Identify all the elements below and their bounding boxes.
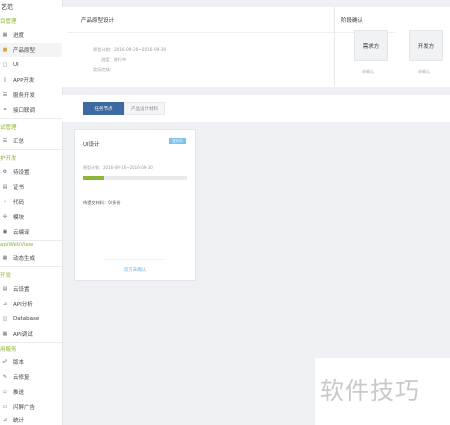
sidebar-item-api-debug[interactable]: ▦ API调试 — [0, 327, 62, 341]
divider — [0, 118, 62, 119]
tab-task-nodes[interactable]: 任务节点 — [83, 102, 124, 115]
certificate-icon: ▤ — [2, 184, 8, 190]
watermark: 软件技巧 — [320, 377, 420, 405]
sidebar-item-splash-ad[interactable]: ▭ 闪屏广告 — [0, 400, 62, 414]
requester-status: 未确认 — [362, 69, 374, 74]
progress-status: 进度：进行中 — [101, 57, 127, 62]
requester-confirm-button[interactable]: 需求方 — [354, 30, 388, 61]
stage-title: 阶段确认 — [341, 18, 364, 24]
sidebar-item-api-joint[interactable]: ⚭ 接口联调 — [0, 103, 62, 117]
divider — [67, 32, 395, 33]
divider — [0, 342, 62, 343]
sidebar-item-dynamic-gen[interactable]: ▦ 动态生成 — [0, 251, 62, 265]
code-icon: › — [4, 199, 6, 205]
task-date: 原型计划：2016-09-16~2016-09-30 — [83, 165, 153, 170]
sidebar-item-progress[interactable]: ▦ 进度 — [0, 28, 62, 42]
deliverable-count: 待提交材料：0/多份 — [83, 200, 121, 205]
section-label: 目管理 — [0, 19, 17, 25]
progress-fill — [83, 176, 104, 180]
section-label: 试管理 — [0, 125, 17, 131]
ad-icon: ▭ — [2, 404, 8, 410]
divider — [104, 259, 164, 260]
sidebar-item-settings[interactable]: ⚙ 待设置 — [0, 165, 62, 179]
section-label: 开发 — [0, 273, 12, 279]
divider — [0, 266, 62, 267]
developer-status: 未确认 — [418, 69, 430, 74]
folder-icon: ■ — [2, 47, 8, 53]
divider — [334, 7, 335, 87]
sidebar-item-service-dev[interactable]: ☰ 服务开发 — [0, 88, 62, 102]
sidebar-item-certificate[interactable]: ▤ 证书 — [0, 180, 62, 194]
generate-icon: ▦ — [2, 255, 8, 261]
sidebar-item-ui[interactable]: ▢ UI — [0, 58, 62, 72]
section-label: apiWebView — [0, 242, 34, 248]
sidebar-item-push[interactable]: ▫ 推送 — [0, 385, 62, 399]
calendar-icon: ▦ — [2, 32, 8, 38]
sidebar-item-prototype[interactable]: ■ 产品原型 — [0, 43, 62, 57]
sidebar-item-app-dev[interactable]: ▯ APP开发 — [0, 73, 62, 87]
version-icon: ☍ — [2, 359, 8, 365]
confirm-status-link[interactable]: 双方未确认 — [75, 267, 195, 273]
link-icon: ⚭ — [2, 107, 8, 113]
divider — [0, 149, 62, 150]
server-icon: ☰ — [2, 92, 8, 98]
ui-icon: ▢ — [2, 62, 8, 68]
sidebar-item-summary[interactable]: ☰ 汇总 — [0, 134, 62, 148]
actual-completion: 实际完成： — [93, 67, 114, 72]
cloud-build-icon: ▣ — [2, 229, 8, 235]
sidebar-item-stats[interactable]: ⊿ 统计 — [0, 413, 62, 425]
developer-confirm-button[interactable]: 开发方 — [409, 30, 443, 61]
divider — [0, 240, 62, 241]
section-label: 护开发 — [0, 156, 17, 162]
debug-icon: ▦ — [2, 331, 8, 337]
sidebar-item-version[interactable]: ☍ 版本 — [0, 355, 62, 369]
sidebar-item-cloud-settings[interactable]: ▤ 云设置 — [0, 282, 62, 296]
sidebar: 艺范 目管理 ▦ 进度 ■ 产品原型 ▢ UI ▯ APP开发 ☰ 服务开发 ⚭ 接口联调 … — [0, 0, 63, 425]
database-icon: ◫ — [2, 316, 8, 322]
sidebar-item-cloud-repair[interactable]: ✎ 云修复 — [0, 370, 62, 384]
sidebar-item-cloud-build[interactable]: ▣ 云编译 — [0, 225, 62, 239]
list-icon: ☰ — [2, 138, 8, 144]
section-label: 用服务 — [0, 347, 17, 353]
task-card[interactable]: UI设计 进行中 原型计划：2016-09-16~2016-09-30 待提交材… — [74, 129, 196, 281]
push-icon: ▫ — [3, 389, 7, 395]
progress-bar — [83, 176, 187, 180]
tab-design-materials[interactable]: 产品设计材料 — [124, 102, 165, 115]
header-card: 产品原型设计 原型计划：2016-09-20~2016-09-30 进度：进行中… — [62, 7, 450, 87]
phone-icon: ▯ — [3, 77, 7, 83]
plan-date: 原型计划：2016-09-20~2016-09-30 — [93, 47, 167, 52]
page-title: 产品原型设计 — [81, 18, 115, 24]
repair-icon: ✎ — [2, 374, 8, 380]
stats-icon: ⊿ — [2, 417, 8, 423]
cloud-settings-icon: ▤ — [2, 286, 8, 292]
sidebar-item-code[interactable]: › 代码 — [0, 195, 62, 209]
module-icon: ✣ — [2, 214, 8, 220]
sidebar-item-module[interactable]: ✣ 模块 — [0, 210, 62, 224]
chart-icon: ⊿ — [2, 301, 8, 307]
sidebar-item-api-analysis[interactable]: ⊿ API分析 — [0, 297, 62, 311]
task-title: UI设计 — [83, 142, 100, 148]
settings-icon: ⚙ — [2, 169, 8, 175]
app-title: 艺范 — [1, 4, 14, 11]
sidebar-item-database[interactable]: ◫ Database — [0, 312, 62, 326]
tab-bar: 任务节点 产品设计材料 — [62, 95, 450, 122]
status-badge: 进行中 — [169, 138, 186, 144]
